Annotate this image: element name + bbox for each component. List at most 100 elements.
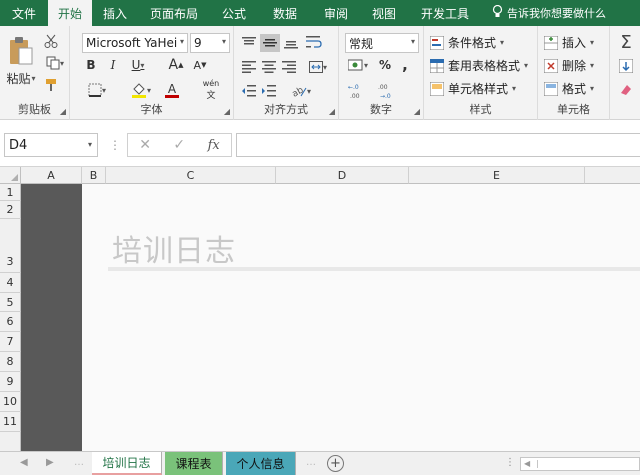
- font-launcher-icon[interactable]: ◢: [224, 107, 230, 116]
- formula-input[interactable]: [236, 133, 640, 157]
- middle-align-icon[interactable]: [260, 34, 280, 52]
- tab-formulas[interactable]: 公式: [210, 0, 258, 26]
- orientation-icon[interactable]: ab ▾: [286, 82, 316, 100]
- format-cells-button[interactable]: 格式 ▾: [544, 80, 594, 97]
- wrap-text-icon[interactable]: [304, 32, 324, 52]
- sheet-title-cell[interactable]: 培训日志: [112, 226, 236, 270]
- column-header-b[interactable]: B: [82, 167, 106, 184]
- bold-button[interactable]: B: [82, 56, 100, 74]
- font-color-swatch: [165, 94, 179, 98]
- add-sheet-icon[interactable]: +: [327, 455, 344, 472]
- scroll-left-icon[interactable]: ◀: [524, 459, 530, 468]
- shrink-font-button[interactable]: A ▼: [190, 56, 210, 74]
- font-color-button[interactable]: A: [158, 80, 186, 100]
- tell-me-box[interactable]: 告诉我你想要做什么: [492, 0, 606, 26]
- next-sheet-icon[interactable]: ▶: [46, 457, 54, 468]
- format-painter-icon[interactable]: [42, 76, 60, 94]
- cell-styles-icon: [430, 81, 444, 96]
- tab-file[interactable]: 文件: [0, 0, 48, 26]
- column-header-e[interactable]: E: [409, 167, 585, 184]
- scrollbar-thumb[interactable]: [537, 460, 640, 468]
- row-header-11[interactable]: 11: [0, 412, 21, 432]
- row-header-3[interactable]: 3: [0, 219, 21, 273]
- alignment-launcher-icon[interactable]: ◢: [329, 107, 335, 116]
- delete-cells-button[interactable]: 删除 ▾: [544, 57, 594, 74]
- format-as-table-button[interactable]: 套用表格格式 ▾: [430, 57, 528, 74]
- bottom-align-icon[interactable]: [282, 34, 300, 52]
- underline-button[interactable]: U ▾: [126, 56, 150, 74]
- tab-insert[interactable]: 插入: [92, 0, 138, 26]
- autosum-icon[interactable]: Σ: [616, 32, 636, 53]
- grow-font-button[interactable]: A ▲: [166, 56, 186, 74]
- sheet-tab-schedule[interactable]: 课程表: [165, 452, 223, 475]
- row-header-2[interactable]: 2: [0, 201, 21, 219]
- font-size-dropdown[interactable]: 9 ▾: [190, 33, 230, 53]
- insert-cells-button[interactable]: 插入 ▾: [544, 34, 594, 51]
- column-header-f[interactable]: [585, 167, 640, 184]
- horizontal-scrollbar[interactable]: ◀: [520, 457, 640, 471]
- paste-button[interactable]: 粘贴 ▾: [4, 70, 38, 86]
- row-header-1[interactable]: 1: [0, 184, 21, 201]
- cut-icon[interactable]: [42, 32, 60, 50]
- name-box[interactable]: D4 ▾: [4, 133, 98, 157]
- tab-home[interactable]: 开始: [48, 0, 92, 26]
- cells-group: 插入 ▾ 删除 ▾ 格式 ▾ 单元格: [538, 26, 610, 120]
- ribbon-tab-bar: 文件 开始 插入 页面布局 公式 数据 审阅 视图 开发工具 告诉我你想要做什么: [0, 0, 640, 26]
- sheet-tab-training-log[interactable]: 培训日志: [92, 452, 162, 475]
- phonetic-label: wén: [202, 79, 220, 88]
- more-tabs-icon[interactable]: …: [306, 457, 316, 468]
- italic-button[interactable]: I: [104, 56, 122, 74]
- conditional-formatting-button[interactable]: 条件格式 ▾: [430, 34, 504, 51]
- tab-split-handle-icon[interactable]: ⋮: [505, 457, 515, 468]
- fill-color-button[interactable]: ▾: [126, 80, 156, 100]
- tab-developer[interactable]: 开发工具: [408, 0, 482, 26]
- sheet-tab-personal-info[interactable]: 个人信息: [226, 452, 296, 475]
- row-header-10[interactable]: 10: [0, 392, 21, 412]
- clipboard-launcher-icon[interactable]: ◢: [60, 107, 66, 116]
- borders-button[interactable]: ▾: [82, 80, 112, 100]
- enter-icon[interactable]: ✓: [173, 137, 185, 153]
- accounting-format-icon[interactable]: ▾: [345, 56, 371, 74]
- sheet-cells[interactable]: [82, 184, 640, 451]
- increase-indent-icon[interactable]: [260, 82, 278, 100]
- tab-view[interactable]: 视图: [360, 0, 408, 26]
- align-left-icon[interactable]: [240, 58, 258, 76]
- row-header-7[interactable]: 7: [0, 332, 21, 352]
- insert-function-icon[interactable]: fx: [208, 138, 220, 153]
- column-header-d[interactable]: D: [276, 167, 409, 184]
- alignment-group-label: 对齐方式: [264, 103, 308, 116]
- number-launcher-icon[interactable]: ◢: [414, 107, 420, 116]
- row-header-5[interactable]: 5: [0, 293, 21, 312]
- align-center-icon[interactable]: [260, 58, 278, 76]
- row-header-9[interactable]: 9: [0, 372, 21, 392]
- select-all-button[interactable]: [0, 167, 21, 184]
- more-sheets-icon[interactable]: …: [74, 457, 84, 468]
- row-header-8[interactable]: 8: [0, 352, 21, 372]
- decrease-indent-icon[interactable]: [240, 82, 258, 100]
- align-right-icon[interactable]: [280, 58, 298, 76]
- increase-decimal-icon[interactable]: ←.0.00: [347, 81, 369, 101]
- row-header-12[interactable]: [0, 432, 21, 451]
- comma-button[interactable]: ,: [397, 56, 413, 74]
- copy-icon[interactable]: ▾: [42, 54, 68, 72]
- row-header-6[interactable]: 6: [0, 312, 21, 332]
- percent-button[interactable]: %: [377, 56, 393, 74]
- column-header-a[interactable]: A: [21, 167, 82, 184]
- fill-icon[interactable]: [616, 56, 636, 76]
- paste-icon[interactable]: [6, 34, 36, 68]
- top-align-icon[interactable]: [240, 34, 258, 52]
- clear-icon[interactable]: [616, 80, 636, 100]
- cancel-icon[interactable]: ✕: [139, 137, 151, 153]
- tab-review[interactable]: 审阅: [312, 0, 360, 26]
- merge-center-icon[interactable]: ▾: [304, 58, 332, 76]
- decrease-decimal-icon[interactable]: .00 →.0: [377, 81, 399, 101]
- cell-styles-button[interactable]: 单元格样式 ▾: [430, 80, 516, 97]
- prev-sheet-icon[interactable]: ◀: [20, 457, 28, 468]
- number-format-dropdown[interactable]: 常规 ▾: [345, 33, 419, 53]
- phonetic-button[interactable]: wén 文: [196, 79, 226, 101]
- tab-data[interactable]: 数据: [258, 0, 312, 26]
- column-header-c[interactable]: C: [106, 167, 276, 184]
- row-header-4[interactable]: 4: [0, 273, 21, 293]
- font-name-dropdown[interactable]: Microsoft YaHei ▾: [82, 33, 188, 53]
- tab-page-layout[interactable]: 页面布局: [138, 0, 210, 26]
